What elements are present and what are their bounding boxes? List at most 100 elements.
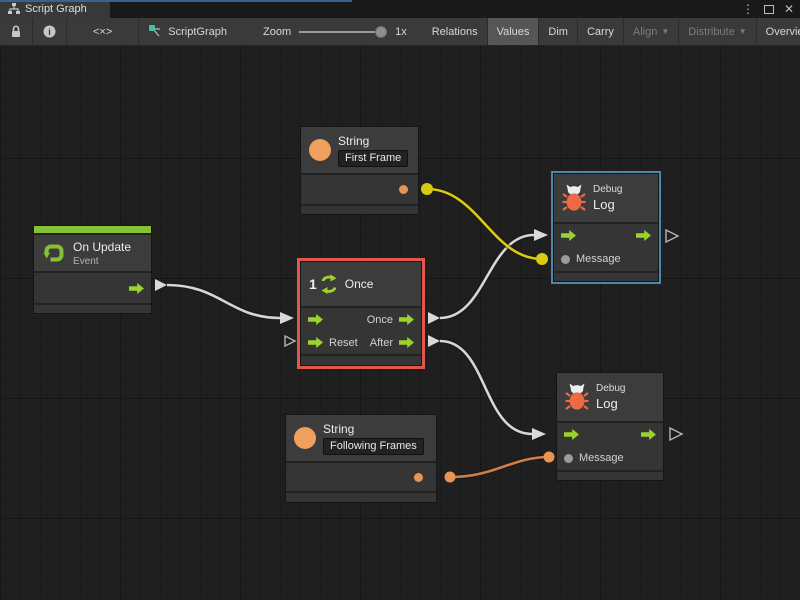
after-label: After — [370, 337, 393, 349]
svg-text:i: i — [48, 27, 51, 37]
align-label: Align — [633, 26, 657, 38]
maximize-icon[interactable] — [764, 5, 774, 14]
align-button[interactable]: Align ▼ — [624, 18, 679, 45]
once-once-output-connector[interactable] — [428, 312, 440, 324]
string-type-icon — [309, 139, 331, 161]
debug-header: Debug Log — [557, 373, 663, 421]
once-after-output-connector[interactable] — [428, 335, 440, 347]
zoom-slider-handle[interactable] — [375, 26, 387, 38]
zoom-value: 1x — [395, 26, 407, 38]
string-output-port[interactable] — [414, 473, 423, 482]
flow-output-port[interactable] — [641, 429, 656, 440]
wire-string-to-debug-top-message[interactable] — [427, 189, 542, 259]
graph-canvas[interactable]: On Update Event String First Frame — [0, 46, 800, 600]
node-title: String — [338, 134, 408, 148]
values-button[interactable]: Values — [488, 18, 540, 45]
after-output-port[interactable] — [399, 337, 414, 348]
debug-bottom-output-connector[interactable] — [670, 428, 682, 440]
node-footer — [301, 206, 418, 214]
node-subtitle: Debug — [593, 184, 622, 195]
node-subtitle: Debug — [596, 383, 625, 394]
code-view-label: <×> — [93, 26, 112, 38]
tab-script-graph[interactable]: Script Graph — [0, 0, 110, 18]
node-once[interactable]: 1 Once Once — [300, 261, 422, 366]
node-footer — [554, 273, 658, 281]
flow-input-port[interactable] — [564, 429, 579, 440]
cycle-icon — [320, 274, 338, 295]
overview-button[interactable]: Overview — [757, 18, 800, 45]
string-ports-row — [286, 463, 436, 491]
node-subtitle: Event — [73, 256, 131, 267]
once-output-port[interactable] — [399, 314, 414, 325]
reset-input-port[interactable] — [308, 337, 323, 348]
relations-button[interactable]: Relations — [423, 18, 488, 45]
dim-button[interactable]: Dim — [539, 18, 578, 45]
once-output-label: Once — [367, 314, 393, 326]
values-label: Values — [497, 26, 530, 38]
flow-output-port[interactable] — [636, 230, 651, 241]
once-reset-input-connector[interactable] — [285, 336, 295, 346]
onupdate-output-connector[interactable] — [155, 279, 167, 291]
hierarchy-icon — [8, 3, 20, 15]
script-graph-window: Script Graph ⋮ ✕ i <×> ScriptGraph — [0, 0, 800, 600]
debug-bottom-input-arrowhead — [532, 428, 546, 440]
yellow-wire-end-dot[interactable] — [536, 253, 548, 265]
yellow-wire-start-dot[interactable] — [421, 183, 433, 195]
lock-icon — [10, 25, 22, 38]
relations-label: Relations — [432, 26, 478, 38]
window-menu-icon[interactable]: ⋮ — [742, 0, 754, 18]
orange-wire-end-dot[interactable] — [544, 452, 555, 463]
node-title: String — [323, 422, 424, 436]
code-view-button[interactable]: <×> — [67, 18, 139, 45]
flow-input-port[interactable] — [561, 230, 576, 241]
on-update-header: On Update Event — [34, 235, 151, 271]
once-icon-number: 1 — [309, 276, 317, 292]
zoom-label: Zoom — [263, 26, 291, 38]
chevron-down-icon: ▼ — [739, 27, 747, 36]
debug-top-input-arrowhead — [534, 229, 548, 241]
once-row-1: Once — [301, 308, 421, 331]
debug-flow-row — [557, 423, 663, 446]
wire-after-to-debug-bottom[interactable] — [440, 341, 532, 434]
message-input-port[interactable] — [564, 454, 573, 463]
chevron-down-icon: ▼ — [661, 27, 669, 36]
tab-title: Script Graph — [25, 3, 87, 15]
node-string-following-frames[interactable]: String Following Frames — [285, 414, 437, 503]
node-on-update[interactable]: On Update Event — [33, 225, 152, 314]
graph-toolbar: i <×> ScriptGraph Zoom 1x Relations Valu… — [0, 18, 800, 46]
string-header: String Following Frames — [286, 415, 436, 461]
string-value-input[interactable]: Following Frames — [323, 438, 424, 455]
string-value-input[interactable]: First Frame — [338, 150, 408, 167]
string-output-port[interactable] — [399, 185, 408, 194]
wire-once-to-debug-top[interactable] — [440, 235, 534, 318]
string-type-icon — [294, 427, 316, 449]
wire-onupdate-to-once[interactable] — [167, 285, 280, 318]
flow-output-port[interactable] — [129, 283, 144, 294]
zoom-slider-track — [299, 31, 387, 33]
flow-input-port[interactable] — [308, 314, 323, 325]
debug-header: Debug Log — [554, 174, 658, 222]
carry-button[interactable]: Carry — [578, 18, 624, 45]
distribute-label: Distribute — [688, 26, 734, 38]
node-footer — [286, 493, 436, 502]
message-input-port[interactable] — [561, 255, 570, 264]
once-header: 1 Once — [301, 262, 421, 306]
message-label: Message — [576, 253, 621, 265]
node-footer — [34, 305, 151, 313]
orange-wire-start-dot[interactable] — [445, 472, 456, 483]
info-button[interactable]: i — [33, 18, 67, 45]
debug-top-output-connector[interactable] — [666, 230, 678, 242]
node-title: Log — [596, 396, 625, 411]
distribute-button[interactable]: Distribute ▼ — [679, 18, 756, 45]
node-string-first-frame[interactable]: String First Frame — [300, 126, 419, 215]
lock-button[interactable] — [0, 18, 33, 45]
carry-label: Carry — [587, 26, 614, 38]
close-icon[interactable]: ✕ — [784, 0, 794, 18]
zoom-control: Zoom 1x — [253, 18, 417, 45]
node-debug-log-bottom[interactable]: Debug Log Message — [556, 372, 664, 481]
zoom-slider[interactable] — [299, 26, 387, 38]
info-icon: i — [43, 25, 56, 38]
reset-label: Reset — [329, 337, 358, 349]
node-debug-log-top[interactable]: Debug Log Message — [553, 173, 659, 282]
once-ports: Once Reset After — [301, 308, 421, 354]
